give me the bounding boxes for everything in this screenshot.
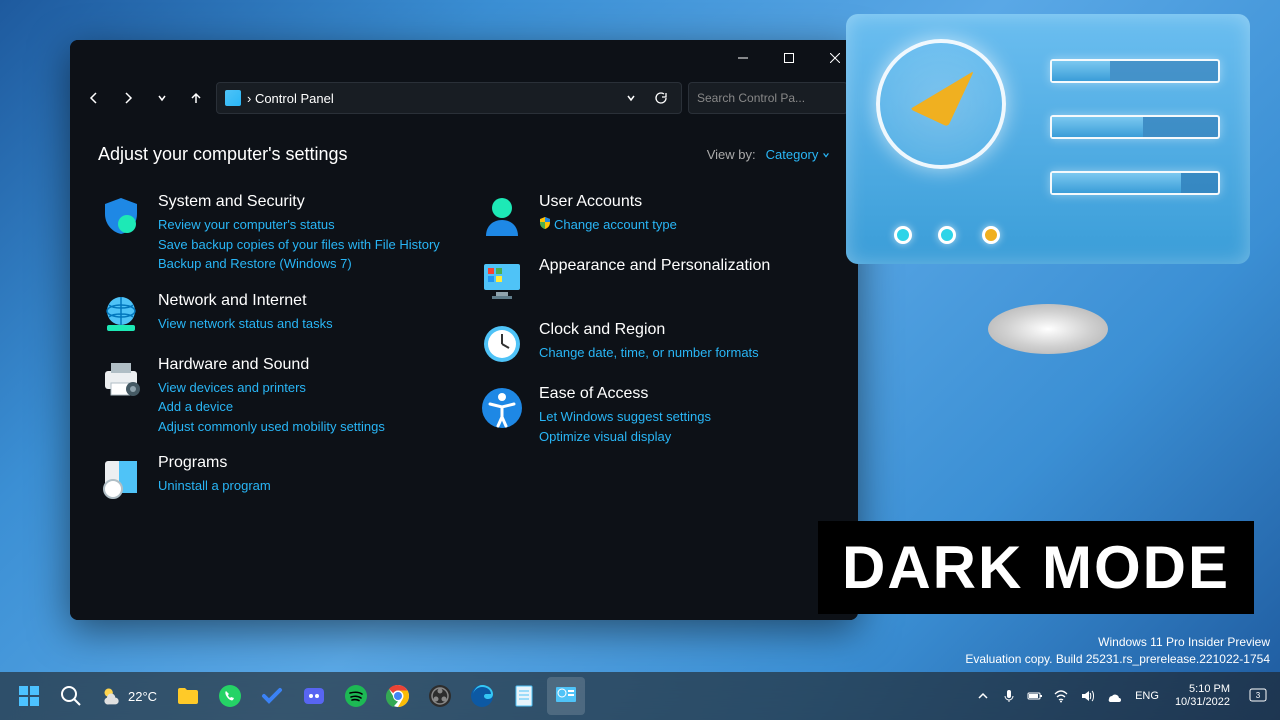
page-title: Adjust your computer's settings — [98, 144, 348, 165]
category-title[interactable]: Clock and Region — [539, 321, 830, 339]
category-title[interactable]: Network and Internet — [158, 292, 449, 310]
address-bar[interactable]: › Control Panel — [216, 82, 682, 114]
control-panel-addr-icon — [225, 90, 241, 106]
category-user-accounts: User Accounts Change account type — [479, 193, 830, 239]
shield-icon — [98, 193, 144, 239]
system-tray: ENG 5:10 PM 10/31/2022 3 — [975, 683, 1270, 709]
todo-icon[interactable] — [253, 677, 291, 715]
whatsapp-icon[interactable] — [211, 677, 249, 715]
category-system-security: System and Security Review your computer… — [98, 193, 449, 274]
discord-icon[interactable] — [295, 677, 333, 715]
language-indicator[interactable]: ENG — [1135, 690, 1159, 702]
category-link[interactable]: Change date, time, or number formats — [539, 343, 830, 363]
search-taskbar-icon[interactable] — [52, 677, 90, 715]
category-title[interactable]: System and Security — [158, 193, 449, 211]
notification-center-icon[interactable]: 3 — [1246, 684, 1270, 708]
control-panel-window: › Control Panel Adjust your computer's s… — [70, 40, 858, 620]
category-ease-of-access: Ease of Access Let Windows suggest setti… — [479, 385, 830, 446]
uac-shield-icon — [539, 217, 551, 229]
toolbar: › Control Panel — [70, 76, 858, 120]
maximize-button[interactable] — [766, 40, 812, 76]
breadcrumb: › Control Panel — [247, 91, 613, 106]
search-input[interactable] — [697, 91, 852, 105]
forward-button[interactable] — [114, 84, 142, 112]
view-by-label: View by: — [707, 147, 756, 162]
obs-icon[interactable] — [421, 677, 459, 715]
history-dropdown-button[interactable] — [148, 84, 176, 112]
battery-icon[interactable] — [1027, 688, 1043, 704]
volume-icon[interactable] — [1079, 688, 1095, 704]
tray-expand-icon[interactable] — [975, 688, 991, 704]
address-dropdown-icon[interactable] — [619, 86, 643, 110]
display-icon — [479, 257, 525, 303]
view-by-dropdown[interactable]: Category — [766, 147, 830, 162]
taskbar: 22°C ENG 5:10 PM 10/31/2022 3 — [0, 672, 1280, 720]
category-link[interactable]: Optimize visual display — [539, 427, 830, 447]
refresh-button[interactable] — [649, 86, 673, 110]
category-clock-region: Clock and Region Change date, time, or n… — [479, 321, 830, 367]
category-link[interactable]: Adjust commonly used mobility settings — [158, 417, 449, 437]
category-link[interactable]: Backup and Restore (Windows 7) — [158, 254, 449, 274]
weather-icon — [102, 686, 122, 706]
category-title[interactable]: Hardware and Sound — [158, 356, 449, 374]
dark-mode-overlay-text: DARK MODE — [818, 521, 1254, 614]
category-hardware-sound: Hardware and Sound View devices and prin… — [98, 356, 449, 437]
minimize-button[interactable] — [720, 40, 766, 76]
category-title[interactable]: Ease of Access — [539, 385, 830, 403]
category-link[interactable]: Add a device — [158, 397, 449, 417]
accessibility-icon — [479, 385, 525, 431]
wifi-icon[interactable] — [1053, 688, 1069, 704]
spotify-icon[interactable] — [337, 677, 375, 715]
programs-icon — [98, 454, 144, 500]
svg-text:3: 3 — [1256, 691, 1261, 700]
categories-grid: System and Security Review your computer… — [98, 193, 830, 500]
category-network-internet: Network and Internet View network status… — [98, 292, 449, 338]
windows-watermark: Windows 11 Pro Insider Preview Evaluatio… — [965, 634, 1270, 668]
user-icon — [479, 193, 525, 239]
network-icon — [98, 292, 144, 338]
search-bar[interactable] — [688, 82, 848, 114]
file-explorer-icon[interactable] — [169, 677, 207, 715]
clock[interactable]: 5:10 PM 10/31/2022 — [1167, 683, 1238, 709]
category-link[interactable]: View network status and tasks — [158, 314, 449, 334]
category-link[interactable]: Save backup copies of your files with Fi… — [158, 235, 449, 255]
back-button[interactable] — [80, 84, 108, 112]
clock-icon — [479, 321, 525, 367]
weather-widget[interactable]: 22°C — [94, 686, 165, 706]
large-control-panel-illustration — [846, 14, 1250, 314]
category-title[interactable]: User Accounts — [539, 193, 830, 211]
titlebar — [70, 40, 858, 76]
control-panel-taskbar-icon[interactable] — [547, 677, 585, 715]
mic-icon[interactable] — [1001, 688, 1017, 704]
category-link[interactable]: Let Windows suggest settings — [539, 407, 830, 427]
notepad-icon[interactable] — [505, 677, 543, 715]
content-area: Adjust your computer's settings View by:… — [70, 120, 858, 620]
category-programs: Programs Uninstall a program — [98, 454, 449, 500]
category-link[interactable]: Uninstall a program — [158, 476, 449, 496]
printer-icon — [98, 356, 144, 402]
category-link[interactable]: Change account type — [539, 215, 830, 235]
category-title[interactable]: Programs — [158, 454, 449, 472]
category-link[interactable]: Review your computer's status — [158, 215, 449, 235]
view-by: View by: Category — [707, 147, 830, 162]
edge-icon[interactable] — [463, 677, 501, 715]
up-button[interactable] — [182, 84, 210, 112]
onedrive-icon[interactable] — [1105, 688, 1121, 704]
category-title[interactable]: Appearance and Personalization — [539, 257, 830, 275]
category-link[interactable]: View devices and printers — [158, 378, 449, 398]
content-header: Adjust your computer's settings View by:… — [98, 144, 830, 165]
chrome-icon[interactable] — [379, 677, 417, 715]
start-button[interactable] — [10, 677, 48, 715]
category-appearance-personalization: Appearance and Personalization — [479, 257, 830, 303]
